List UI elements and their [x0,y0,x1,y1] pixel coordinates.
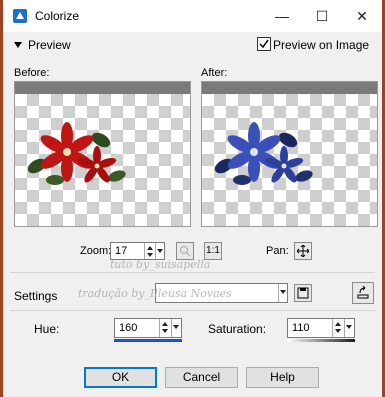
hue-dropdown[interactable] [171,319,181,337]
app-icon [13,9,27,23]
close-button[interactable]: ✕ [342,0,382,32]
zoom-spinner[interactable] [144,243,155,259]
saturation-label: Saturation: [208,322,267,336]
watermark-line-2: tradução by_Illeusa Novaes [78,287,232,300]
background-edge-left [0,0,3,397]
saturation-slider-bar[interactable] [287,339,355,342]
move-arrows-icon [296,244,310,258]
reset-arrow-icon [357,285,369,299]
hue-slider-bar[interactable] [114,339,182,342]
save-settings-button[interactable] [294,284,312,302]
one-to-one-icon: 1:1 [206,245,220,256]
saturation-dropdown[interactable] [344,319,354,337]
help-button[interactable]: Help [246,367,319,388]
after-preview-panel[interactable] [201,81,378,227]
pan-label: Pan: [266,245,289,257]
settings-dropdown[interactable] [278,284,288,302]
preview-on-image-checkbox[interactable] [257,37,271,51]
hue-value: 160 [119,322,138,334]
pan-button[interactable] [294,242,312,260]
hue-spinner[interactable] [159,319,170,337]
saturation-value: 110 [292,322,310,334]
minimize-button[interactable]: — [262,0,302,32]
checkmark-icon [259,39,269,49]
collapse-triangle-icon [14,42,22,48]
saturation-field[interactable]: 110 [287,318,355,338]
after-preview-canvas [202,94,377,226]
zoom-value: 17 [115,245,128,257]
title-bar: Colorize — ☐ ✕ [3,0,382,32]
before-label: Before: [14,67,50,79]
watermark-line-1: tuto by_suisapella [110,258,211,271]
cancel-button[interactable]: Cancel [165,367,238,388]
saturation-spinner[interactable] [332,319,343,337]
colorize-dialog: Colorize — ☐ ✕ Preview Preview on Image … [0,0,385,397]
after-preview-topbar [202,82,377,94]
settings-label: Settings [14,289,58,303]
hue-label: Hue: [34,322,60,336]
window-title: Colorize [35,9,80,23]
reset-button[interactable] [352,282,374,304]
divider-bottom [10,310,375,311]
preview-toggle[interactable]: Preview [14,38,71,52]
ok-button[interactable]: OK [84,367,157,388]
divider-top [10,272,375,273]
maximize-icon: ☐ [315,8,329,24]
preview-toggle-label: Preview [28,38,71,52]
after-label: After: [201,67,228,79]
before-preview-panel[interactable] [14,81,191,227]
hue-field[interactable]: 160 [114,318,182,338]
magnifier-icon [180,246,191,257]
zoom-label: Zoom: [80,245,112,257]
floppy-disk-icon [297,287,309,299]
minimize-icon: — [275,8,289,24]
zoom-dropdown[interactable] [155,243,165,259]
before-preview-canvas [15,94,190,226]
preview-on-image-label: Preview on Image [273,38,370,52]
red-poinsettia-image [27,122,126,185]
blue-poinsettia-image [214,122,313,185]
close-icon: ✕ [356,8,368,24]
maximize-button[interactable]: ☐ [302,0,342,32]
before-preview-topbar [15,82,190,94]
